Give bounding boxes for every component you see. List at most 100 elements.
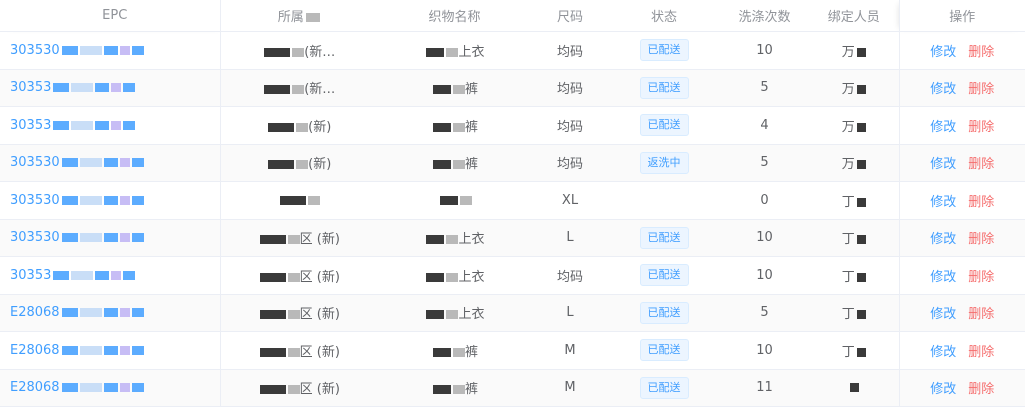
redacted-block <box>103 195 118 205</box>
size-value: L <box>566 305 574 321</box>
delete-button[interactable]: 删除 <box>968 303 994 322</box>
delete-button[interactable]: 删除 <box>968 153 994 172</box>
size-cell: 均码 <box>532 69 608 107</box>
wash-count-value: 10 <box>756 267 773 283</box>
linen-table: EPC 所属 织物名称 尺码 状态 洗涤次数 绑定人员 操作 303530 (新… <box>0 0 1025 407</box>
redacted-block <box>103 233 118 243</box>
status-badge: 已配送 <box>639 39 689 62</box>
size-cell: 均码 <box>532 256 608 295</box>
edit-button[interactable]: 修改 <box>930 41 956 60</box>
redacted-block <box>111 270 122 280</box>
epc-cell[interactable]: 30353 <box>0 256 221 295</box>
edit-button[interactable]: 修改 <box>930 341 956 360</box>
epc-value[interactable]: 303530 <box>10 230 60 245</box>
table-row: 303530 XL 0 丁 修改 删除 <box>0 181 1025 220</box>
redacted-block <box>79 233 102 243</box>
epc-value[interactable]: 303530 <box>10 193 60 208</box>
redacted-block <box>856 235 866 245</box>
actions-cell: 修改 删除 <box>898 69 1025 107</box>
epc-cell[interactable]: 303530 <box>0 219 221 257</box>
redacted-block <box>432 122 451 132</box>
epc-value[interactable]: E28068 <box>10 380 60 395</box>
epc-cell[interactable]: 303530 <box>0 181 221 220</box>
status-cell: 已配送 <box>608 294 720 332</box>
edit-button[interactable]: 修改 <box>930 266 956 285</box>
redacted-block <box>53 83 70 93</box>
person-cell: 万 <box>809 69 899 107</box>
redacted-block <box>259 310 286 320</box>
item-name-cell: 上衣 <box>377 31 532 70</box>
redacted-block <box>103 45 118 55</box>
redacted-block <box>452 85 465 95</box>
table-row: 30353 (新… 裤 均码 已配送 5 万 修改 删除 <box>0 69 1025 107</box>
epc-value[interactable]: E28068 <box>10 343 60 358</box>
wash-count-value: 0 <box>760 192 769 208</box>
epc-cell[interactable]: E28068 <box>0 331 221 370</box>
person-cell: 丁 <box>809 181 899 220</box>
epc-value[interactable]: 30353 <box>10 118 51 133</box>
status-cell: 已配送 <box>608 256 720 295</box>
redacted-block <box>292 85 305 95</box>
epc-value[interactable]: 30353 <box>10 80 51 95</box>
person-value: 万 <box>841 44 855 60</box>
redacted-block <box>131 383 144 393</box>
redacted-block <box>426 272 445 282</box>
wash-count-cell: 10 <box>720 31 809 70</box>
epc-value[interactable]: 30353 <box>10 268 51 283</box>
redacted-block <box>426 310 445 320</box>
redacted-block <box>307 195 320 205</box>
item-name-cell: 裤 <box>377 106 532 145</box>
redacted-block <box>856 85 866 95</box>
edit-button[interactable]: 修改 <box>930 153 956 172</box>
redacted-block <box>61 233 78 243</box>
epc-value[interactable]: 303530 <box>10 43 60 58</box>
edit-button[interactable]: 修改 <box>930 116 956 135</box>
epc-cell[interactable]: 303530 <box>0 31 221 70</box>
edit-button[interactable]: 修改 <box>930 78 956 97</box>
status-badge: 已配送 <box>639 376 689 399</box>
edit-button[interactable]: 修改 <box>930 191 956 210</box>
edit-button[interactable]: 修改 <box>930 228 956 247</box>
edit-button[interactable]: 修改 <box>930 303 956 322</box>
epc-cell[interactable]: E28068 <box>0 369 221 407</box>
epc-value[interactable]: E28068 <box>10 305 60 320</box>
delete-button[interactable]: 删除 <box>968 41 994 60</box>
actions-cell: 修改 删除 <box>898 256 1025 295</box>
epc-cell[interactable]: 303530 <box>0 144 221 182</box>
table-row: E28068 区 (新) 裤 M 已配送 10 丁 修改 删除 <box>0 331 1025 370</box>
delete-button[interactable]: 删除 <box>968 78 994 97</box>
redacted-block <box>856 197 866 207</box>
size-value: M <box>564 380 576 396</box>
redacted-block <box>79 308 102 318</box>
dept-cell: 区 (新) <box>220 219 377 257</box>
redacted-block <box>856 347 866 357</box>
person-value: 万 <box>841 157 855 173</box>
person-cell: 万 <box>809 144 899 182</box>
redacted-block <box>79 45 102 55</box>
epc-cell[interactable]: E28068 <box>0 294 221 332</box>
status-cell: 已配送 <box>608 69 720 107</box>
delete-button[interactable]: 删除 <box>968 228 994 247</box>
delete-button[interactable]: 删除 <box>968 266 994 285</box>
redacted-block <box>259 347 286 357</box>
dept-value: (新) <box>308 119 332 135</box>
person-cell: 丁 <box>809 331 899 370</box>
person-value: 丁 <box>841 269 855 285</box>
epc-cell[interactable]: 30353 <box>0 106 221 145</box>
edit-button[interactable]: 修改 <box>930 378 956 397</box>
redacted-block <box>95 270 110 280</box>
item-name-value: 上衣 <box>458 44 485 60</box>
delete-button[interactable]: 删除 <box>968 341 994 360</box>
delete-button[interactable]: 删除 <box>968 116 994 135</box>
item-name-cell: 上衣 <box>377 256 532 295</box>
delete-button[interactable]: 删除 <box>968 378 994 397</box>
redacted-block <box>131 158 144 168</box>
redacted-block <box>131 195 144 205</box>
epc-value[interactable]: 303530 <box>10 155 60 170</box>
redacted-block <box>305 13 320 22</box>
epc-cell[interactable]: 30353 <box>0 69 221 107</box>
size-value: 均码 <box>556 269 583 285</box>
item-name-cell: 裤 <box>377 331 532 370</box>
redacted-block <box>856 160 866 170</box>
delete-button[interactable]: 删除 <box>968 191 994 210</box>
